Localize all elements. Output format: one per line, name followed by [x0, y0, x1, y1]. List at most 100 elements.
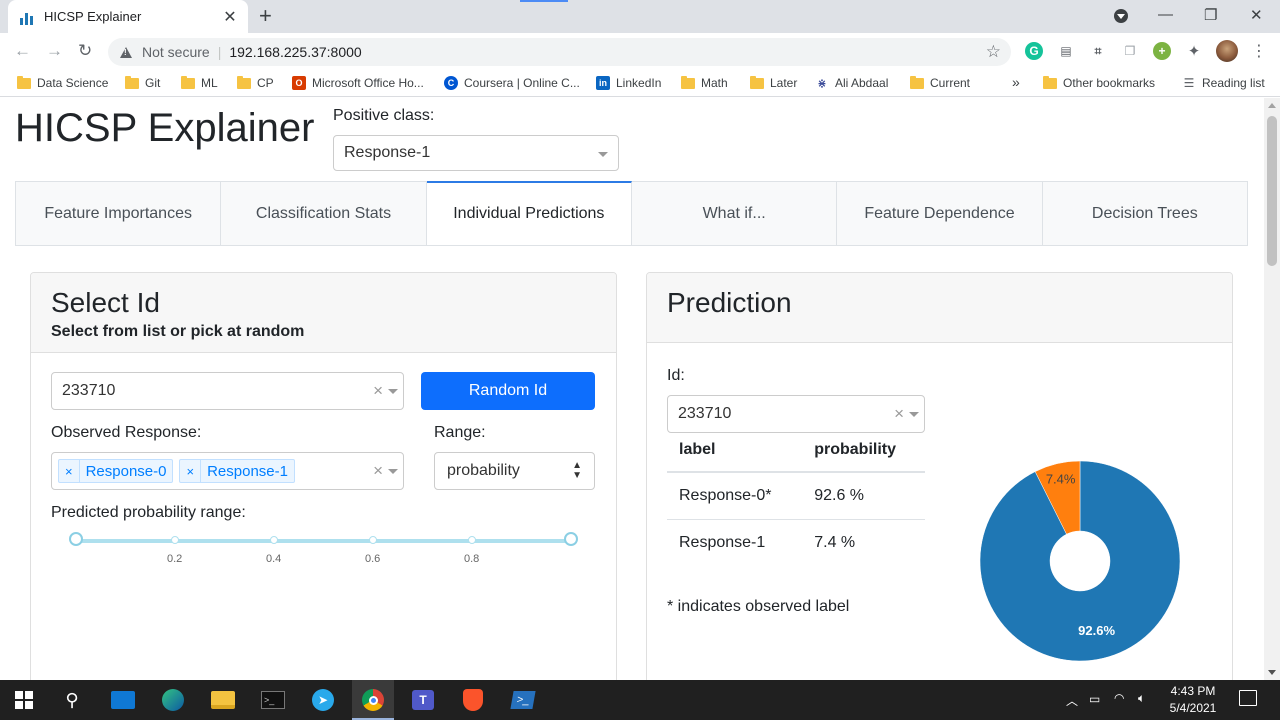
tab-feature-dependence[interactable]: Feature Dependence — [837, 182, 1043, 245]
puzzle-extensions-icon[interactable]: ✦ — [1185, 42, 1203, 60]
browser-tab[interactable]: HICSP Explainer ✕ — [8, 0, 248, 33]
scroll-up-icon[interactable] — [1268, 103, 1276, 108]
battery-icon[interactable]: ▭ — [1089, 692, 1100, 706]
range-select[interactable]: probability ▲ ▼ — [434, 452, 595, 490]
reading-list[interactable]: ☰ Reading list — [1182, 76, 1265, 90]
menu-kebab-icon[interactable]: ⋮ — [1250, 42, 1268, 60]
id-select-dropdown[interactable]: 233710 × — [51, 372, 404, 410]
bookmark-data-science[interactable]: Data Science — [17, 75, 108, 90]
file-explorer-icon[interactable] — [210, 688, 236, 712]
slider-handle-min[interactable] — [69, 532, 83, 546]
not-secure-label[interactable]: Not secure — [142, 44, 210, 60]
bookmark-ali-abdaal[interactable]: ⋇ Ali Abdaal — [815, 76, 888, 90]
bookmark-cp[interactable]: CP — [237, 75, 274, 90]
telegram-icon[interactable]: ➤ — [310, 688, 336, 712]
edge-icon[interactable] — [160, 688, 186, 712]
prediction-table: label probability Response-0* 92.6 % Res… — [667, 429, 925, 566]
id-select-value: 233710 — [62, 382, 116, 399]
bookmark-star-icon[interactable]: ☆ — [986, 42, 1001, 62]
remove-chip-icon[interactable]: × — [180, 460, 202, 482]
mail-icon[interactable] — [110, 688, 136, 712]
powershell-icon[interactable]: >_ — [510, 688, 536, 712]
prediction-id-dropdown[interactable]: 233710 × — [667, 395, 925, 433]
tab-close-icon[interactable]: ✕ — [222, 7, 238, 27]
positive-class-dropdown[interactable]: Response-1 — [333, 135, 619, 171]
bookmark-current[interactable]: Current — [910, 75, 970, 90]
prediction-id-label: Id: — [667, 367, 685, 384]
chrome-icon[interactable] — [360, 688, 386, 712]
prediction-card: Prediction Id: 233710 × label probabilit… — [646, 272, 1233, 680]
up-down-arrows-icon[interactable]: ▲ ▼ — [572, 461, 582, 481]
folder-icon — [125, 75, 139, 89]
other-bookmarks[interactable]: Other bookmarks — [1043, 75, 1155, 90]
back-icon[interactable]: ← — [14, 41, 31, 61]
bookmark-later[interactable]: Later — [750, 75, 797, 90]
coursera-icon: C — [444, 76, 458, 90]
search-icon[interactable]: ⚲ — [59, 688, 85, 712]
scroll-down-icon[interactable] — [1268, 670, 1276, 675]
chevron-down-icon[interactable] — [909, 412, 919, 417]
clear-icon[interactable]: × — [373, 381, 383, 401]
profile-avatar[interactable] — [1216, 40, 1238, 62]
teams-icon[interactable]: T — [410, 688, 436, 712]
forward-icon[interactable]: → — [46, 41, 63, 61]
tab-classification-stats[interactable]: Classification Stats — [221, 182, 427, 245]
minimize-icon[interactable]: — — [1158, 6, 1173, 23]
terminal-icon[interactable]: >_ — [260, 688, 286, 712]
main-tabs: Feature Importances Classification Stats… — [15, 181, 1248, 246]
copy-extension-icon[interactable]: ❐ — [1121, 42, 1139, 60]
url-text[interactable]: 192.168.225.37:8000 — [229, 44, 361, 60]
clear-icon[interactable]: × — [894, 404, 904, 424]
bookmark-coursera[interactable]: C Coursera | Online C... — [444, 76, 580, 90]
folder-icon — [17, 75, 31, 89]
bookmark-microsoft-office[interactable]: O Microsoft Office Ho... — [292, 76, 424, 90]
slider-handle-max[interactable] — [564, 532, 578, 546]
bookmark-ml[interactable]: ML — [181, 75, 218, 90]
select-id-header: Select Id Select from list or pick at ra… — [31, 273, 616, 353]
plus-extension-icon[interactable]: + — [1153, 42, 1171, 60]
close-window-icon[interactable]: ✕ — [1250, 6, 1263, 24]
remove-chip-icon[interactable]: × — [59, 460, 80, 482]
prediction-pie-chart[interactable]: 92.6% 7.4% — [970, 451, 1190, 671]
new-tab-button[interactable]: + — [259, 5, 272, 27]
tab-decision-trees[interactable]: Decision Trees — [1042, 182, 1247, 245]
chevron-down-icon[interactable] — [388, 389, 398, 394]
windows-start-icon[interactable] — [11, 688, 37, 712]
bookmark-linkedin[interactable]: in LinkedIn — [596, 76, 661, 90]
clear-icon[interactable]: × — [373, 461, 383, 481]
slider-dot — [171, 536, 179, 544]
range-slider-track[interactable] — [76, 539, 571, 543]
tab-what-if[interactable]: What if... — [631, 182, 838, 245]
probability-range-label: Predicted probability range: — [51, 504, 246, 521]
observed-response-multiselect[interactable]: × Response-0 × Response-1 × — [51, 452, 404, 490]
chevron-down-icon[interactable] — [388, 469, 398, 474]
folder-icon — [681, 75, 695, 89]
brave-icon[interactable] — [460, 688, 486, 712]
bookmark-math[interactable]: Math — [681, 75, 728, 90]
clock[interactable]: 4:43 PM 5/4/2021 — [1163, 684, 1223, 715]
bookmarks-overflow-icon[interactable]: » — [1012, 74, 1020, 90]
chip-label: Response-0 — [85, 462, 167, 480]
app-title: HICSP Explainer — [15, 106, 315, 150]
scroll-thumb[interactable] — [1267, 116, 1277, 266]
wifi-icon[interactable]: ◠ — [1114, 691, 1124, 705]
tab-feature-importances[interactable]: Feature Importances — [16, 182, 222, 245]
volume-icon[interactable]: 🔈︎ — [1138, 691, 1145, 706]
tab-individual-predictions[interactable]: Individual Predictions — [426, 181, 632, 245]
random-id-button[interactable]: Random Id — [421, 372, 595, 410]
restore-icon[interactable]: ❐ — [1204, 6, 1217, 24]
notifications-icon[interactable] — [1239, 690, 1257, 706]
grammarly-icon[interactable]: G — [1025, 42, 1043, 60]
tray-chevron-icon[interactable]: ︿ — [1066, 692, 1078, 709]
reload-icon[interactable]: ↻ — [78, 41, 92, 61]
warning-icon[interactable] — [120, 46, 132, 58]
extension-icon[interactable]: ⌗ — [1089, 42, 1107, 60]
page-scrollbar[interactable] — [1264, 98, 1280, 680]
tab-search-icon[interactable] — [1114, 9, 1128, 23]
tab-title: HICSP Explainer — [44, 9, 142, 24]
reader-extension-icon[interactable]: ▤ — [1057, 42, 1075, 60]
address-bar[interactable]: Not secure | 192.168.225.37:8000 ☆ — [108, 38, 1011, 66]
chevron-down-icon[interactable] — [598, 152, 608, 157]
folder-icon — [750, 75, 764, 89]
bookmark-git[interactable]: Git — [125, 75, 160, 90]
